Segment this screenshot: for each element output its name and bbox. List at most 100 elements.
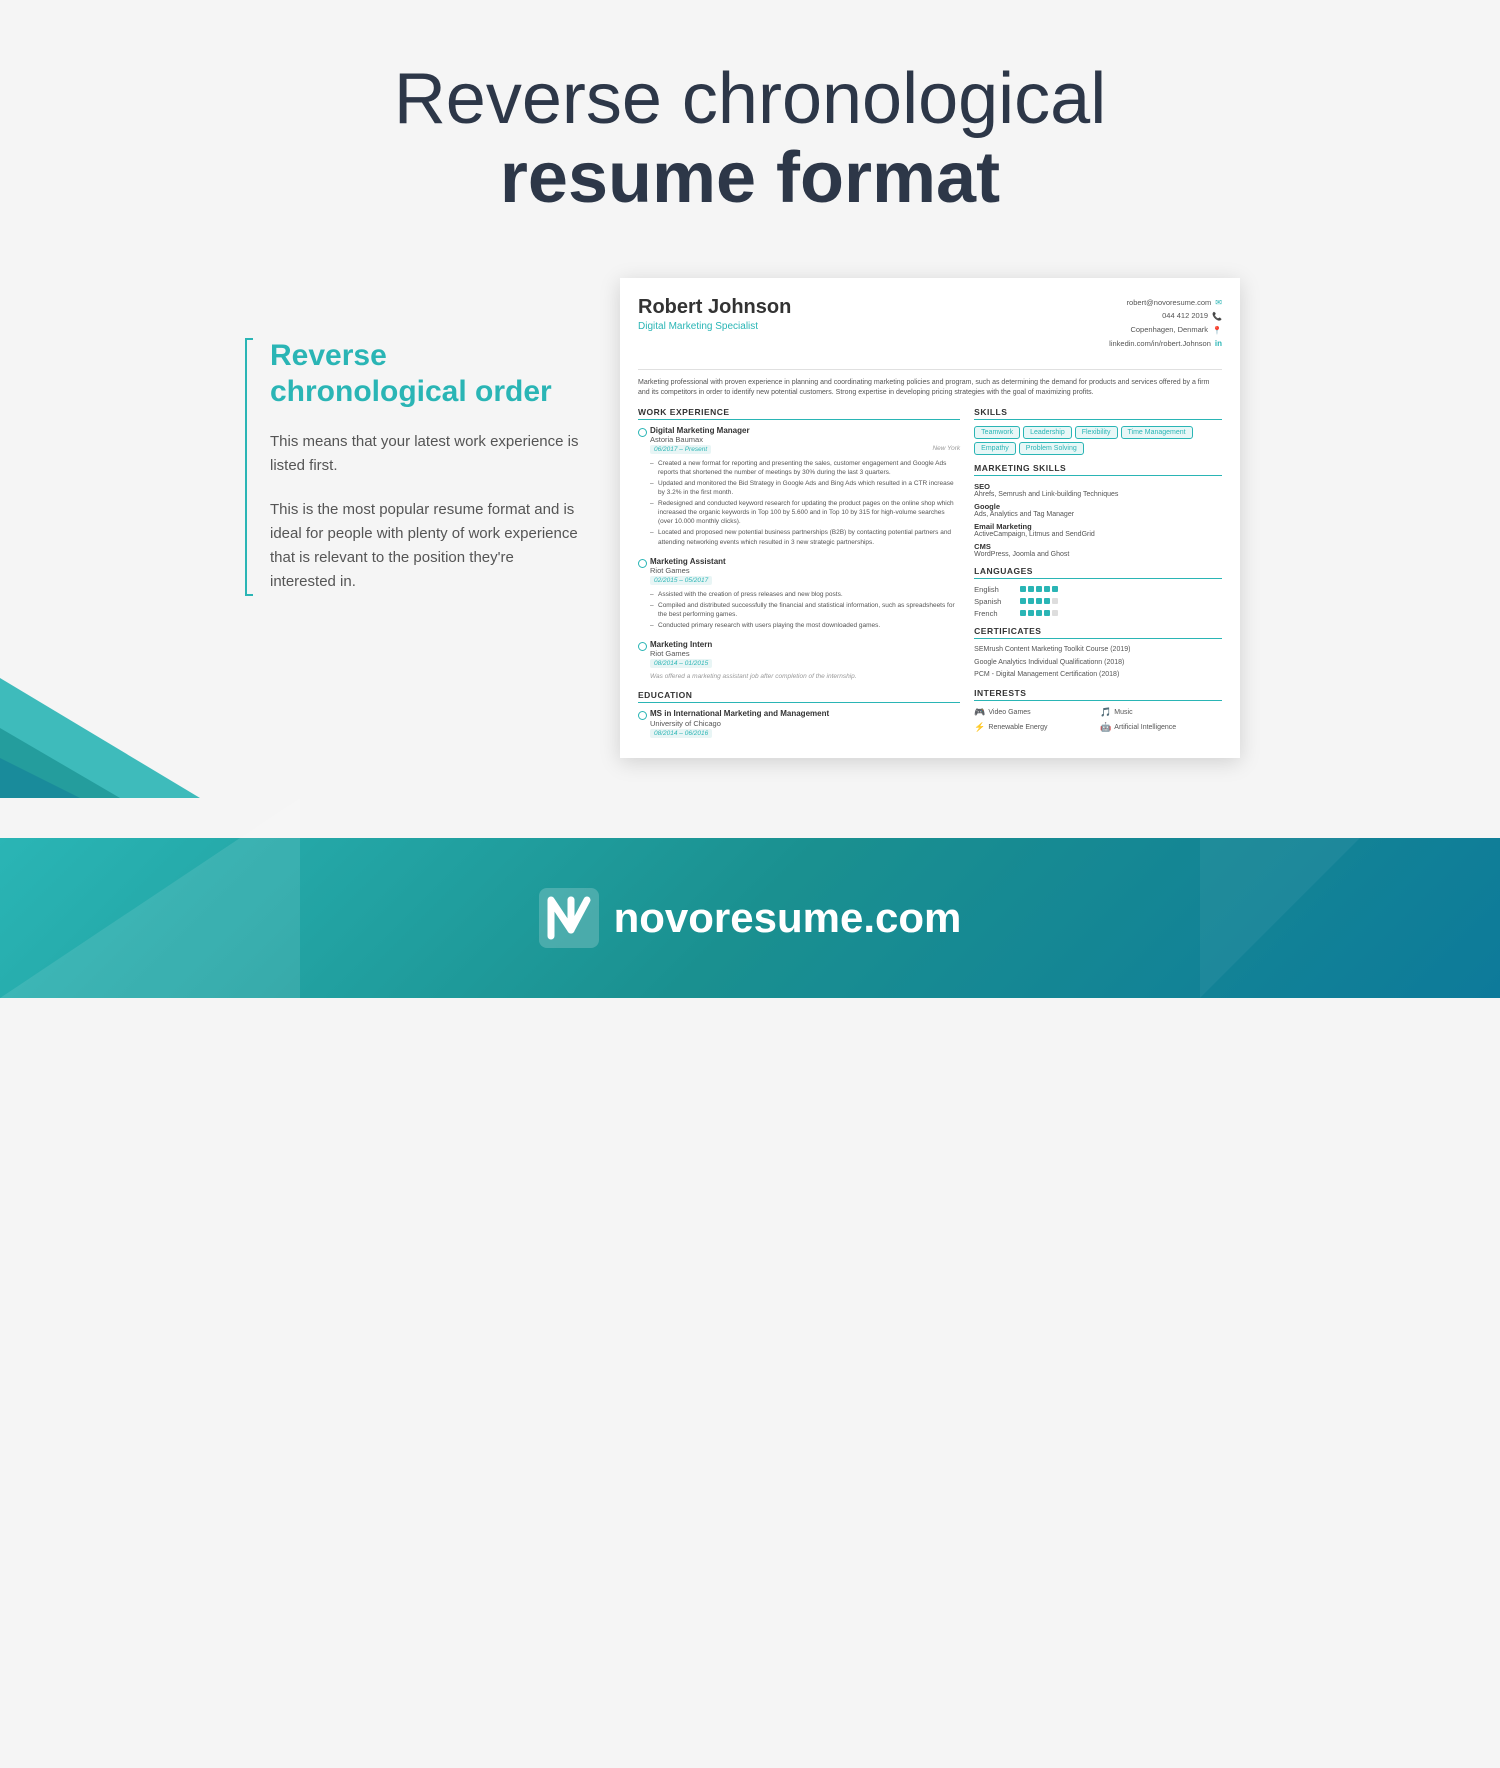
bullet-1-3: Redesigned and conducted keyword researc…: [650, 499, 960, 526]
dates-3: 08/2014 – 01/2015: [650, 659, 712, 668]
internship-note: Was offered a marketing assistant job af…: [650, 673, 960, 680]
certificates-header: CERTIFICATES: [974, 626, 1222, 639]
renewable-energy-icon: ⚡: [974, 722, 985, 733]
marketing-skills-section: MARKETING SKILLS SEO Ahrefs, Semrush and…: [974, 463, 1222, 558]
interests-header: INTERESTS: [974, 688, 1222, 701]
skill-tag-flexibility: Flexibility: [1075, 426, 1118, 439]
job-item-2: Marketing Assistant Riot Games 02/2015 –…: [638, 557, 960, 630]
cert-3: PCM - Digital Management Certification (…: [974, 670, 1222, 680]
lang-french-dots: [1020, 610, 1058, 616]
skill-tag-teamwork: Teamwork: [974, 426, 1020, 439]
sidebar-paragraph-1: This means that your latest work experie…: [270, 430, 580, 478]
ms-title-cms: CMS: [974, 542, 1222, 551]
job-title-1: Digital Marketing Manager: [650, 426, 960, 435]
cert-2: Google Analytics Individual Qualificatio…: [974, 658, 1222, 668]
bullet-1-4: Located and proposed new potential busin…: [650, 528, 960, 546]
interests-grid: 🎮 Video Games 🎵 Music ⚡ Renewable Energy: [974, 707, 1222, 733]
skills-header: SKILLS: [974, 407, 1222, 420]
resume-header: Robert Johnson Digital Marketing Special…: [638, 296, 1222, 358]
ms-title-google: Google: [974, 502, 1222, 511]
skill-tag-problem-solving: Problem Solving: [1019, 442, 1084, 455]
skill-tag-empathy: Empathy: [974, 442, 1016, 455]
left-sidebar: Reverse chronological order This means t…: [260, 278, 580, 614]
location-icon: 📍: [1212, 324, 1222, 338]
company-1: Astoria Baumax: [650, 435, 960, 444]
ms-title-seo: SEO: [974, 482, 1222, 491]
work-experience-section: WORK EXPERIENCE Digital Marketing Manage…: [638, 407, 960, 680]
skill-tag-leadership: Leadership: [1023, 426, 1072, 439]
lang-english-name: English: [974, 585, 1014, 594]
education-header: EDUCATION: [638, 690, 960, 703]
bullet-2-1: Assisted with the creation of press rele…: [650, 590, 960, 599]
languages-section: LANGUAGES English Spanish: [974, 566, 1222, 618]
resume-name: Robert Johnson: [638, 296, 791, 319]
interest-music: 🎵 Music: [1100, 707, 1222, 718]
interest-ai: 🤖 Artificial Intelligence: [1100, 722, 1222, 733]
job-title-2: Marketing Assistant: [650, 557, 960, 566]
language-spanish: Spanish: [974, 597, 1222, 606]
video-games-label: Video Games: [988, 709, 1030, 716]
cert-1: SEMrush Content Marketing Toolkit Course…: [974, 645, 1222, 655]
video-games-icon: 🎮: [974, 707, 985, 718]
sidebar-heading: Reverse chronological order: [270, 338, 580, 410]
job-item-1: Digital Marketing Manager Astoria Baumax…: [638, 426, 960, 547]
title-bold: resume format: [20, 139, 1480, 218]
resume-job-title: Digital Marketing Specialist: [638, 321, 791, 332]
ms-desc-email: ActiveCampaign, Litmus and SendGrid: [974, 531, 1222, 538]
language-french: French: [974, 609, 1222, 618]
title-light: Reverse chronological: [394, 59, 1106, 139]
phone-icon: 📞: [1212, 310, 1222, 324]
marketing-skills-header: MARKETING SKILLS: [974, 463, 1222, 476]
sidebar-paragraph-2: This is the most popular resume format a…: [270, 498, 580, 594]
dates-2: 02/2015 – 05/2017: [650, 576, 712, 585]
skill-tag-time-management: Time Management: [1121, 426, 1193, 439]
bullets-2: Assisted with the creation of press rele…: [650, 590, 960, 630]
work-experience-header: WORK EXPERIENCE: [638, 407, 960, 420]
marketing-skill-seo: SEO Ahrefs, Semrush and Link-building Te…: [974, 482, 1222, 498]
contact-info: robert@novoresume.com ✉ 044 412 2019 📞 C…: [1109, 296, 1222, 350]
resume-columns: WORK EXPERIENCE Digital Marketing Manage…: [638, 407, 1222, 740]
languages-header: LANGUAGES: [974, 566, 1222, 579]
interest-renewable-energy: ⚡ Renewable Energy: [974, 722, 1096, 733]
ms-title-email: Email Marketing: [974, 522, 1222, 531]
music-icon: 🎵: [1100, 707, 1111, 718]
phone-text: 044 412 2019: [1162, 310, 1208, 323]
education-section: EDUCATION MS in International Marketing …: [638, 690, 960, 740]
page-header: Reverse chronological resume format: [0, 0, 1500, 258]
ms-desc-google: Ads, Analytics and Tag Manager: [974, 511, 1222, 518]
bullets-1: Created a new format for reporting and p…: [650, 459, 960, 547]
cyan-decoration: [0, 598, 300, 798]
linkedin-icon: in: [1215, 337, 1222, 351]
resume-card: Robert Johnson Digital Marketing Special…: [620, 278, 1240, 757]
bullet-1-2: Updated and monitored the Bid Strategy i…: [650, 479, 960, 497]
ai-icon: 🤖: [1100, 722, 1111, 733]
company-3: Riot Games: [650, 649, 960, 658]
edu-dates: 08/2014 – 06/2016: [650, 729, 712, 738]
ai-label: Artificial Intelligence: [1114, 724, 1176, 731]
job-item-3: Marketing Intern Riot Games 08/2014 – 01…: [638, 640, 960, 680]
interests-section: INTERESTS 🎮 Video Games 🎵 Music: [974, 688, 1222, 733]
bullet-1-1: Created a new format for reporting and p…: [650, 459, 960, 477]
music-label: Music: [1114, 709, 1132, 716]
marketing-skill-email: Email Marketing ActiveCampaign, Litmus a…: [974, 522, 1222, 538]
job-title-3: Marketing Intern: [650, 640, 960, 649]
resume-summary: Marketing professional with proven exper…: [638, 369, 1222, 399]
interest-video-games: 🎮 Video Games: [974, 707, 1096, 718]
bullet-2-2: Compiled and distributed successfully th…: [650, 601, 960, 619]
location-text: Copenhagen, Denmark: [1130, 324, 1208, 337]
page-footer: novoresume.com: [0, 798, 1500, 998]
email-text: robert@novoresume.com: [1127, 297, 1212, 310]
edu-school: University of Chicago: [650, 719, 960, 728]
dates-1: 06/2017 – Present: [650, 445, 711, 454]
lang-spanish-dots: [1020, 598, 1058, 604]
lang-french-name: French: [974, 609, 1014, 618]
language-english: English: [974, 585, 1222, 594]
renewable-energy-label: Renewable Energy: [988, 724, 1047, 731]
footer-brand: novoresume.com: [614, 894, 962, 942]
novoresume-logo-icon: [539, 888, 599, 948]
bullet-2-3: Conducted primary research with users pl…: [650, 621, 960, 630]
company-2: Riot Games: [650, 566, 960, 575]
edu-degree: MS in International Marketing and Manage…: [650, 709, 960, 719]
resume-right-column: SKILLS Teamwork Leadership Flexibility T…: [974, 407, 1222, 740]
skills-tags-container: Teamwork Leadership Flexibility Time Man…: [974, 426, 1222, 455]
